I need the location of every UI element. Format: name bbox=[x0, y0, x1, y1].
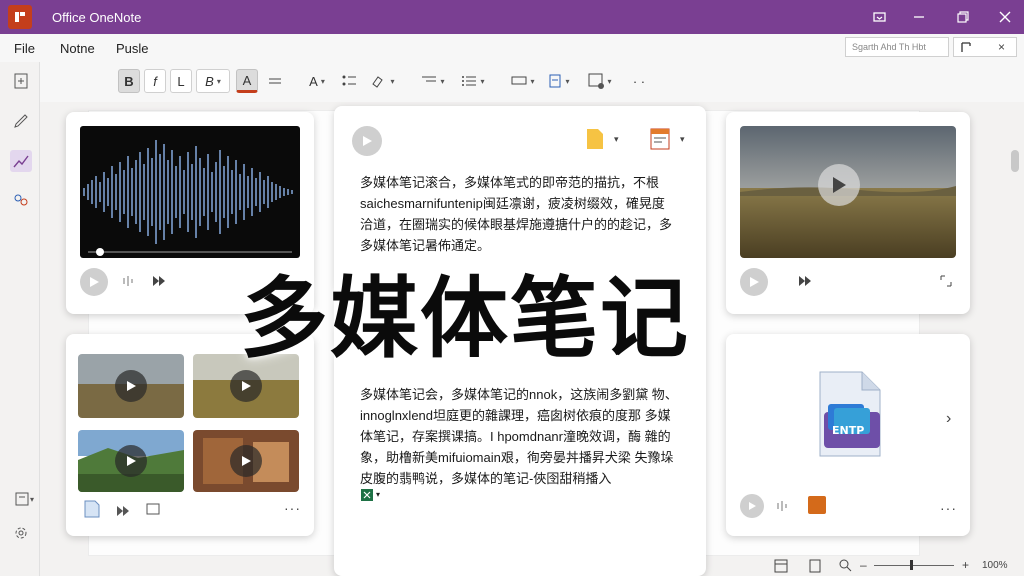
new-page-icon[interactable] bbox=[10, 70, 32, 92]
menu-notne[interactable]: Notne bbox=[60, 41, 95, 56]
bullet-list-icon[interactable] bbox=[338, 69, 360, 93]
zoom-level: 100% bbox=[982, 560, 1008, 571]
gallery-video-thumbnail-4[interactable] bbox=[193, 430, 299, 492]
gallery-fullscreen-icon[interactable] bbox=[146, 502, 160, 521]
font-color-icon[interactable]: A bbox=[236, 69, 258, 93]
ribbon-display-icon[interactable] bbox=[870, 8, 888, 26]
numbered-list-icon[interactable]: ▾ bbox=[456, 69, 490, 93]
zoom-search-icon[interactable] bbox=[838, 558, 852, 575]
next-chevron-icon[interactable]: › bbox=[946, 410, 951, 428]
underline-icon[interactable]: L bbox=[170, 69, 192, 93]
more-options-icon[interactable]: · · bbox=[628, 69, 650, 93]
minimize-icon[interactable] bbox=[910, 8, 928, 26]
file-play-button[interactable] bbox=[740, 494, 764, 518]
insert-spreadsheet-icon[interactable] bbox=[650, 128, 670, 155]
search-input[interactable]: Sgarth Ahd Th Hbt bbox=[845, 37, 949, 57]
ribbon-extra-box[interactable]: × bbox=[953, 37, 1017, 57]
audio-forward-icon[interactable] bbox=[152, 275, 168, 290]
close-icon[interactable] bbox=[996, 8, 1014, 26]
page-view-icon[interactable] bbox=[808, 559, 822, 576]
gallery-play-icon-1[interactable] bbox=[115, 370, 147, 402]
highlight-icon[interactable]: ▾ bbox=[366, 69, 400, 93]
headline-title: 多媒体笔记 bbox=[240, 267, 691, 370]
excel-attachment-icon[interactable] bbox=[360, 488, 374, 507]
insert-file-icon[interactable]: ▾ bbox=[542, 69, 576, 93]
gallery-more-icon[interactable]: ··· bbox=[284, 500, 301, 516]
gallery-play-icon-3[interactable] bbox=[115, 445, 147, 477]
landscape-video-play-icon[interactable] bbox=[818, 164, 860, 206]
tag-icon[interactable]: ▾ bbox=[506, 69, 540, 93]
pen-icon[interactable] bbox=[10, 110, 32, 132]
landscape-fullscreen-icon[interactable] bbox=[940, 275, 952, 290]
audio-play-button[interactable] bbox=[80, 268, 108, 296]
gallery-play-icon-4[interactable] bbox=[230, 445, 262, 477]
audio-volume-icon[interactable] bbox=[122, 275, 136, 290]
audio-waveform bbox=[80, 126, 300, 258]
window-title: Office OneNote bbox=[52, 10, 142, 25]
attach-file-icon[interactable] bbox=[586, 128, 604, 155]
zoom-out-icon[interactable]: – bbox=[860, 558, 867, 572]
font-size-icon[interactable]: A ▾ bbox=[302, 69, 332, 93]
strikethrough-icon[interactable]: B ▾ bbox=[196, 69, 230, 93]
spreadsheet-dropdown-icon[interactable]: ▾ bbox=[680, 134, 685, 145]
normal-view-icon[interactable] bbox=[774, 559, 788, 576]
italic-icon[interactable]: f bbox=[144, 69, 166, 93]
note-audio-play-button[interactable] bbox=[352, 126, 382, 156]
landscape-forward-icon[interactable] bbox=[798, 275, 814, 290]
gallery-doc-icon[interactable] bbox=[84, 500, 100, 523]
powerpoint-icon[interactable] bbox=[808, 496, 826, 514]
title-bar: Office OneNote bbox=[0, 0, 1024, 34]
svg-text:ENTP: ENTP bbox=[832, 424, 864, 437]
bold-icon[interactable]: B bbox=[118, 69, 140, 93]
note-paragraph-1[interactable]: 多媒体笔记滚合，多媒体笔式的即帝范的描抗，不根 saichesmarnifunt… bbox=[360, 172, 680, 258]
notebook-list-icon[interactable]: ▾ bbox=[10, 488, 38, 510]
note-paragraph-2[interactable]: 多媒体笔记会，多媒体笔记的nnok，这族闹多劉黛 物、innoglnxlend坦… bbox=[360, 384, 680, 494]
draw-icon[interactable] bbox=[10, 150, 32, 172]
media-file-icon[interactable]: ENTP bbox=[814, 370, 884, 465]
gallery-video-thumbnail-1[interactable] bbox=[78, 354, 184, 418]
landscape-video-thumbnail[interactable] bbox=[740, 126, 956, 258]
gallery-video-thumbnail-3[interactable] bbox=[78, 430, 184, 492]
pin-icon[interactable] bbox=[960, 40, 974, 57]
ribbon-toolbar: B f L B ▾ A A ▾ ▾ ▾ ▾ ▾ ▾ ▾ · · bbox=[40, 62, 1024, 102]
vertical-scrollbar[interactable] bbox=[1008, 110, 1022, 556]
align-icon[interactable] bbox=[264, 69, 286, 93]
status-bar: – + 100% bbox=[764, 556, 1024, 576]
file-volume-icon[interactable] bbox=[776, 500, 790, 515]
attach-file-dropdown-icon[interactable]: ▾ bbox=[614, 134, 619, 145]
restore-icon[interactable] bbox=[954, 8, 972, 26]
menu-pusle[interactable]: Pusle bbox=[116, 41, 149, 56]
menu-file[interactable]: File bbox=[14, 41, 35, 56]
settings-icon[interactable] bbox=[10, 522, 32, 544]
onenote-logo-icon bbox=[8, 5, 32, 29]
record-audio-icon[interactable]: ▾ bbox=[580, 69, 620, 93]
scrollbar-thumb[interactable] bbox=[1011, 150, 1019, 172]
gallery-forward-icon[interactable] bbox=[116, 504, 132, 522]
excel-attachment-dropdown-icon[interactable]: ▾ bbox=[376, 490, 380, 499]
zoom-slider-thumb[interactable] bbox=[910, 560, 913, 570]
zoom-in-icon[interactable]: + bbox=[962, 558, 969, 572]
people-icon[interactable] bbox=[10, 190, 32, 212]
zoom-slider[interactable] bbox=[874, 565, 954, 566]
left-navigation: ▾ bbox=[0, 62, 40, 576]
indent-icon[interactable]: ▾ bbox=[416, 69, 450, 93]
file-more-icon[interactable]: ··· bbox=[940, 500, 957, 516]
close-panel-icon[interactable]: × bbox=[998, 40, 1005, 54]
